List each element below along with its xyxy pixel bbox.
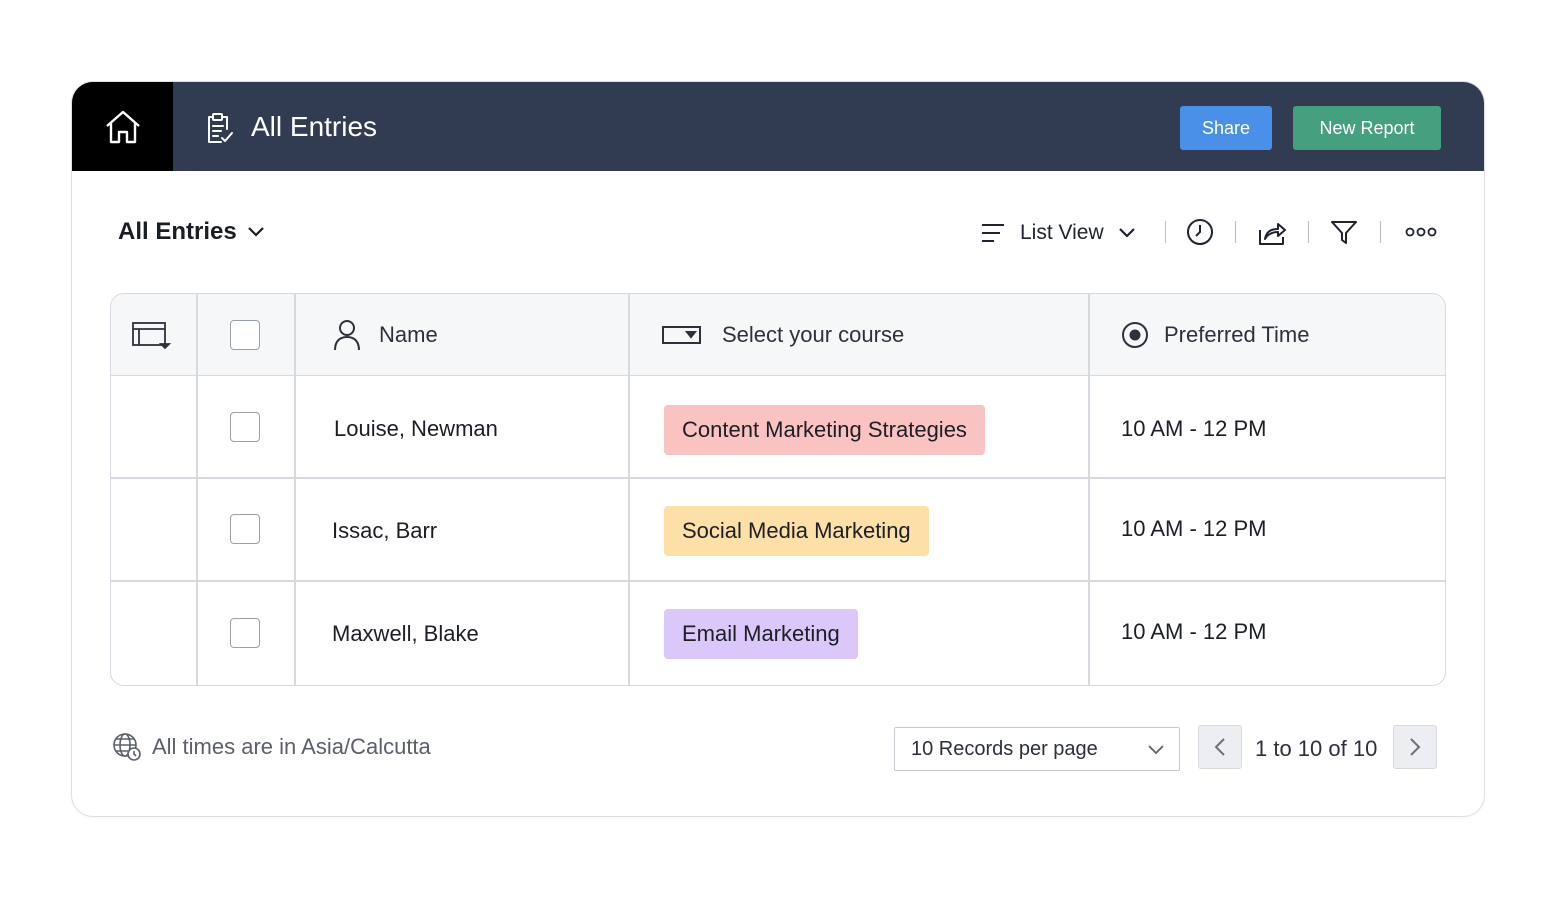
chevron-down-icon (247, 227, 264, 237)
column-divider (628, 294, 630, 685)
column-label: Preferred Time (1164, 321, 1310, 347)
clock-icon (1187, 219, 1213, 245)
home-button[interactable] (72, 82, 173, 171)
row-divider (111, 580, 1445, 582)
toolbar-divider (1165, 221, 1166, 243)
column-header-course[interactable]: Select your course (662, 294, 904, 375)
home-icon (105, 110, 140, 143)
more-options-icon (1405, 227, 1437, 237)
row-checkbox[interactable] (230, 618, 260, 648)
person-icon (334, 319, 360, 350)
filter-icon (1331, 221, 1357, 244)
row-checkbox[interactable] (230, 412, 260, 442)
time-cell: 10 AM - 12 PM (1121, 619, 1267, 644)
timezone-text: All times are in Asia/Calcutta (152, 734, 431, 759)
column-label: Select your course (722, 321, 905, 347)
row-divider (111, 477, 1445, 479)
column-divider (1088, 294, 1090, 685)
share-button[interactable]: Share (1180, 106, 1272, 150)
course-tag: Social Media Marketing (664, 506, 929, 556)
dropdown-field-icon (662, 325, 701, 344)
list-lines-icon (982, 224, 1004, 242)
toolbar-divider (1308, 221, 1309, 243)
toolbar-divider (1380, 221, 1381, 243)
time-cell: 10 AM - 12 PM (1121, 516, 1267, 541)
column-label: Name (379, 321, 438, 347)
column-divider (294, 294, 296, 685)
chevron-right-icon (1410, 738, 1421, 756)
radio-icon (1122, 321, 1148, 348)
page-title: All Entries (251, 111, 378, 142)
previous-page-button[interactable] (1198, 725, 1242, 769)
new-report-button[interactable]: New Report (1293, 106, 1441, 150)
view-title: All Entries (118, 218, 237, 245)
column-divider (196, 294, 198, 685)
name-cell: Issac, Barr (332, 518, 438, 543)
course-tag: Content Marketing Strategies (664, 405, 985, 455)
export-button[interactable] (1256, 216, 1288, 248)
history-button[interactable] (1184, 216, 1216, 248)
records-per-page-value: 10 Records per page (911, 737, 1098, 760)
records-per-page-select[interactable]: 10 Records per page (894, 727, 1180, 771)
row-checkbox[interactable] (230, 514, 260, 544)
chevron-left-icon (1214, 738, 1225, 756)
column-header-preferred-time[interactable]: Preferred Time (1120, 294, 1310, 375)
globe-clock-icon (113, 733, 141, 761)
share-arrow-icon (1259, 223, 1286, 245)
column-header-name[interactable]: Name (333, 294, 438, 375)
name-cell: Maxwell, Blake (332, 621, 479, 646)
list-view-label: List View (1020, 221, 1104, 244)
next-page-button[interactable] (1393, 725, 1437, 769)
timezone-note: All times are in Asia/Calcutta (112, 732, 431, 762)
list-view-dropdown[interactable]: List View (980, 215, 1136, 251)
table-columns-icon (132, 321, 172, 349)
chevron-down-icon (1148, 745, 1164, 755)
pagination-info: 1 to 10 of 10 (1255, 736, 1378, 761)
chevron-down-icon (1118, 228, 1135, 238)
entries-table: Name Select your course Preferred Time L… (110, 293, 1446, 686)
view-selector[interactable]: All Entries (118, 218, 265, 246)
clipboard-check-icon (208, 113, 233, 143)
entries-card: All Entries Share New Report All Entries… (71, 81, 1485, 817)
filter-button[interactable] (1328, 216, 1360, 248)
column-settings-button[interactable] (131, 294, 173, 375)
select-all-checkbox[interactable] (230, 320, 260, 350)
time-cell: 10 AM - 12 PM (1121, 416, 1267, 441)
toolbar-divider (1235, 221, 1236, 243)
name-cell: Louise, Newman (334, 416, 498, 441)
top-bar: All Entries Share New Report (72, 82, 1484, 171)
more-options-button[interactable] (1405, 216, 1437, 248)
course-tag: Email Marketing (664, 609, 858, 659)
